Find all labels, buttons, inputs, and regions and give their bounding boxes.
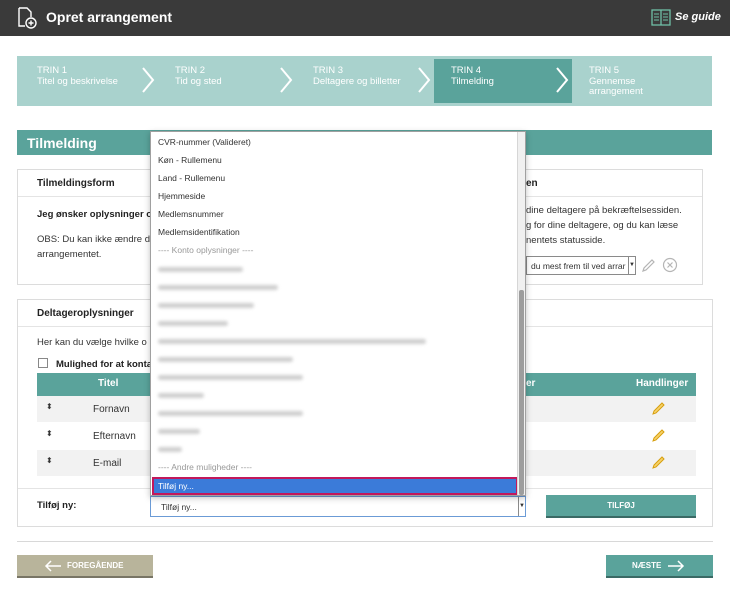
registration-form-panel: Tilmeldingsform Jeg ønsker oplysninger o… [17, 169, 153, 285]
blurred-option[interactable] [158, 447, 182, 452]
remove-circle-icon[interactable] [662, 257, 678, 273]
row-title: Efternavn [93, 431, 136, 442]
question-select[interactable]: du mest frem til ved arrar ▼ [526, 256, 636, 275]
chevron-down-icon: ▼ [518, 497, 525, 516]
step-3[interactable]: TRIN 3 Deltagere og billetter [296, 59, 434, 103]
divider [17, 541, 713, 542]
next-button[interactable]: NÆSTE [606, 555, 713, 578]
blurred-option[interactable] [158, 267, 243, 272]
top-bar: Opret arrangement Se guide [0, 0, 730, 36]
info-text: dine deltagere på bekræftelsessiden. [526, 205, 682, 216]
info-text: g for dine deltagere, og du kan læse [526, 220, 679, 231]
blurred-option[interactable] [158, 303, 254, 308]
dropdown-option[interactable]: Medlemsnummer [158, 209, 224, 219]
select-value: du mest frem til ved arrar [531, 261, 626, 271]
dropdown-option[interactable]: Medlemsidentifikation [158, 227, 240, 237]
chevron-right-icon [280, 67, 293, 93]
column-actions: Handlinger [636, 378, 689, 389]
scrollbar-thumb[interactable] [519, 290, 524, 495]
checkbox-label: Mulighed for at konta [56, 359, 153, 370]
panel-title: en [526, 170, 702, 197]
dropdown-separator: ---- Konto oplysninger ---- [158, 245, 254, 255]
sort-handle-icon[interactable]: ⬍ [46, 456, 53, 465]
add-field-select[interactable]: Tilføj ny... ▼ [150, 496, 526, 517]
blurred-option[interactable] [158, 321, 228, 326]
field-dropdown-list[interactable]: CVR-nummer (Valideret) Køn - Rullemenu L… [150, 131, 526, 496]
step-1[interactable]: TRIN 1 Titel og beskrivelse [20, 59, 158, 103]
dropdown-option-selected[interactable]: Tilføj ny... [152, 477, 518, 495]
edit-pencil-icon[interactable] [651, 401, 666, 416]
row-title: E-mail [93, 458, 122, 469]
step-5[interactable]: TRIN 5 Gennemse arrangement [572, 59, 709, 103]
select-value: Tilføj ny... [161, 502, 197, 512]
blurred-option[interactable] [158, 339, 426, 344]
dropdown-option[interactable]: Køn - Rullemenu [158, 155, 222, 165]
previous-label: FOREGÅENDE [67, 561, 124, 570]
new-document-icon [18, 7, 37, 29]
arrow-right-icon [668, 560, 685, 572]
info-text: nentets statusside. [526, 235, 606, 246]
add-new-label: Tilføj ny: [37, 500, 77, 511]
edit-pencil-icon[interactable] [651, 455, 666, 470]
progress-stepper: TRIN 1 Titel og beskrivelse TRIN 2 Tid o… [17, 56, 712, 106]
edit-pencil-icon[interactable] [651, 428, 666, 443]
see-guide-link[interactable]: Se guide [675, 11, 721, 23]
chevron-down-icon: ▼ [628, 257, 635, 274]
step-label-line2: arrangement [589, 86, 643, 97]
question-text: Jeg ønsker oplysninger o [37, 209, 153, 220]
next-label: NÆSTE [632, 561, 662, 570]
obs-text-line2: arrangementet. [37, 249, 102, 260]
confirmation-panel: en dine deltagere på bekræftelsessiden. … [525, 169, 703, 285]
chevron-right-icon [142, 67, 155, 93]
page-title: Opret arrangement [46, 9, 173, 25]
blurred-option[interactable] [158, 285, 278, 290]
step-number: TRIN 5 [589, 65, 620, 76]
blurred-option[interactable] [158, 393, 204, 398]
guide-book-icon[interactable] [651, 9, 671, 26]
panel-title: Tilmeldingsform [18, 170, 152, 197]
blurred-option[interactable] [158, 411, 303, 416]
dropdown-option[interactable]: Hjemmeside [158, 191, 205, 201]
dropdown-option[interactable]: Land - Rullemenu [158, 173, 225, 183]
column-header-fragment: er [526, 378, 536, 389]
contact-checkbox[interactable] [38, 358, 48, 368]
intro-text: Her kan du vælge hvilke o [37, 337, 147, 348]
blurred-option[interactable] [158, 429, 200, 434]
chevron-right-icon [418, 67, 431, 93]
dropdown-option[interactable]: CVR-nummer (Valideret) [158, 137, 251, 147]
arrow-left-icon [44, 560, 61, 572]
step-2[interactable]: TRIN 2 Tid og sted [158, 59, 296, 103]
blurred-option[interactable] [158, 357, 293, 362]
step-4[interactable]: TRIN 4 Tilmelding [434, 59, 572, 103]
obs-text: OBS: Du kan ikke ændre d [37, 234, 150, 245]
add-button[interactable]: TILFØJ [546, 495, 696, 518]
chevron-right-icon [556, 67, 569, 93]
previous-button[interactable]: FOREGÅENDE [17, 555, 153, 578]
sort-handle-icon[interactable]: ⬍ [46, 429, 53, 438]
column-title: Titel [98, 378, 119, 389]
sort-handle-icon[interactable]: ⬍ [46, 402, 53, 411]
blurred-option[interactable] [158, 375, 303, 380]
edit-pencil-icon[interactable] [641, 258, 656, 273]
row-title: Fornavn [93, 404, 130, 415]
dropdown-separator: ---- Andre muligheder ---- [158, 462, 252, 472]
